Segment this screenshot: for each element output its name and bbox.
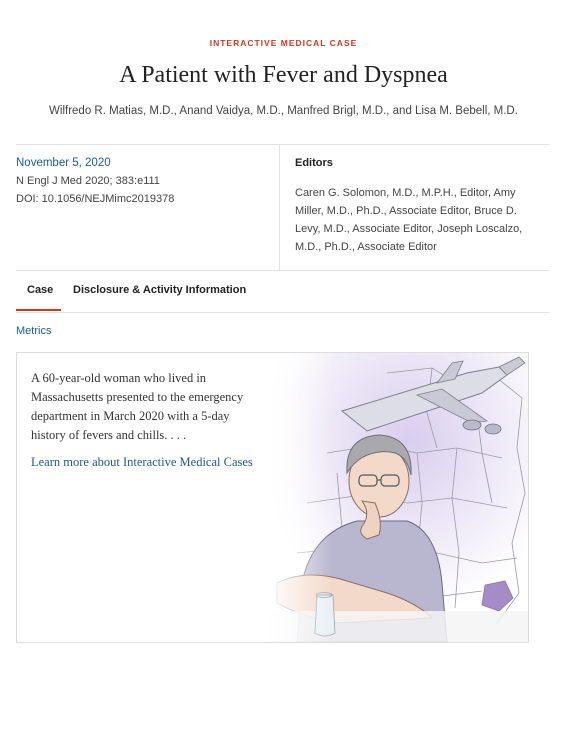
article-type-kicker: INTERACTIVE MEDICAL CASE [209,38,358,48]
divider [16,144,549,145]
journal-citation: N Engl J Med 2020; 383:e111 [16,175,160,187]
active-tab-indicator [16,309,61,311]
case-illustration [267,353,528,642]
fade-overlay [267,353,528,642]
tab-case[interactable]: Case [27,284,53,296]
publication-date: November 5, 2020 [16,157,111,169]
page-title: A Patient with Fever and Dyspnea [119,62,448,88]
tab-disclosure-activity[interactable]: Disclosure & Activity Information [73,284,246,296]
learn-more-link[interactable]: Learn more about Interactive Medical Cas… [31,455,253,470]
case-summary: A 60-year-old woman who lived in Massach… [31,371,244,442]
author-list[interactable]: Wilfredo R. Matias, M.D., Anand Vaidya, … [0,105,567,117]
case-card[interactable]: A 60-year-old woman who lived in Massach… [16,352,529,643]
doi-text: DOI: 10.1056/NEJMimc2019378 [16,193,175,205]
column-divider [279,144,280,270]
metrics-link[interactable]: Metrics [16,325,51,337]
editors-heading: Editors [295,157,333,169]
editors-list: Caren G. Solomon, M.D., M.P.H., Editor, … [295,187,523,253]
divider [16,312,549,313]
article-tabs: Case Disclosure & Activity Information [16,271,549,312]
